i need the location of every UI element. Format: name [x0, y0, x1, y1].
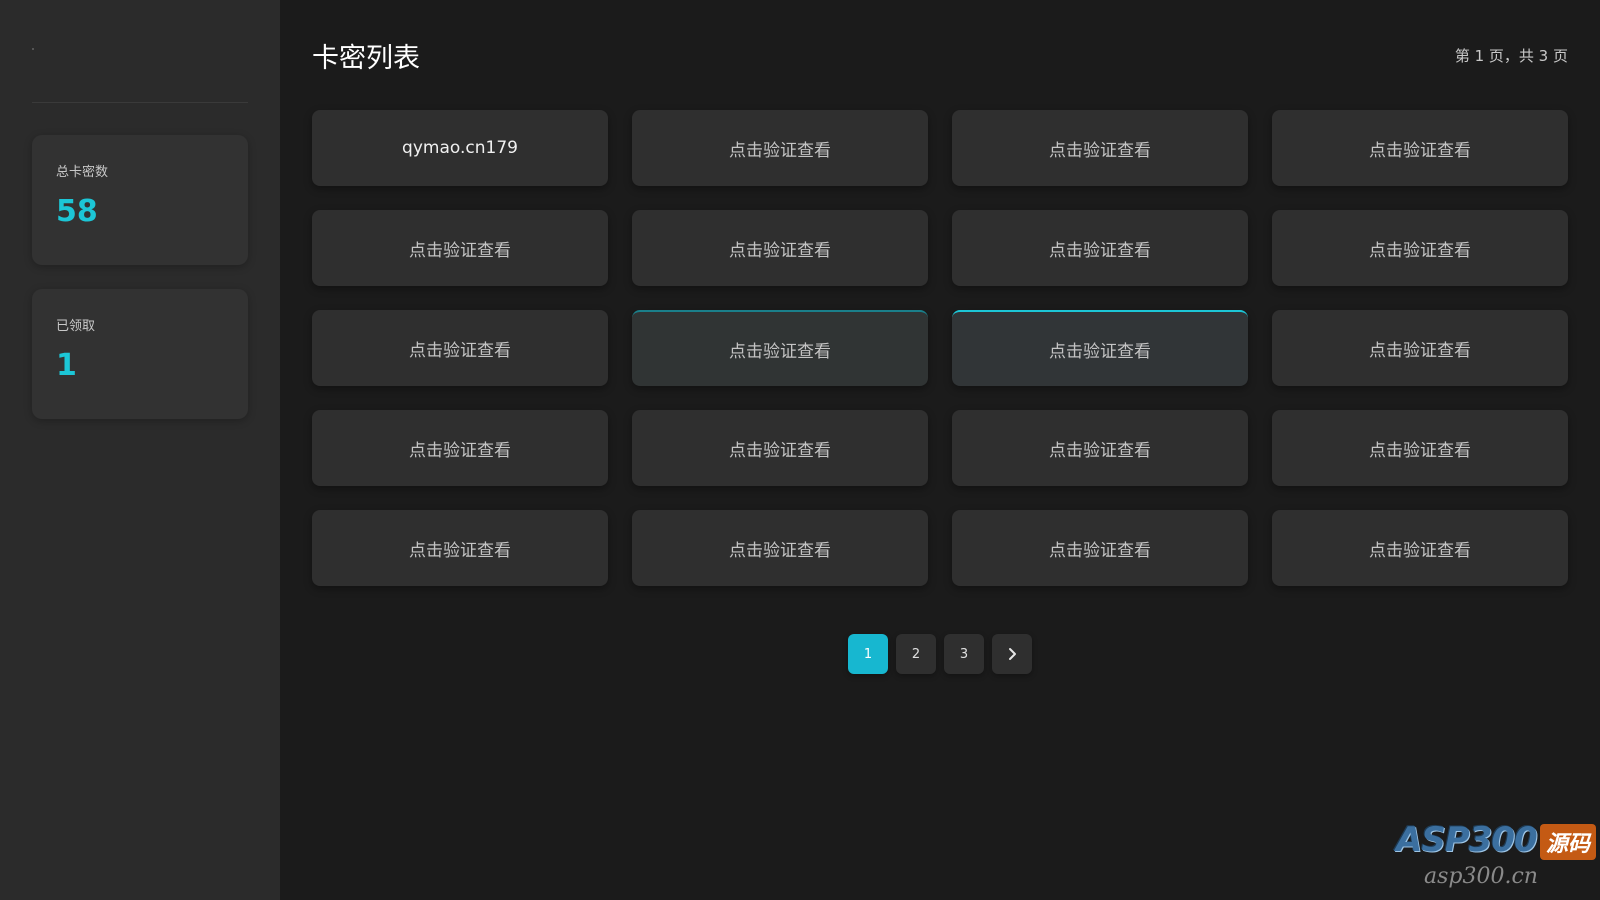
- card-item[interactable]: 点击验证查看: [1272, 110, 1568, 186]
- card-item[interactable]: 点击验证查看: [952, 410, 1248, 486]
- stat-label-claimed: 已领取: [56, 319, 96, 334]
- stat-card-total: 总卡密数 58: [32, 135, 248, 265]
- chevron-right-icon: [1009, 648, 1016, 660]
- card-item[interactable]: 点击验证查看: [312, 310, 608, 386]
- card-item[interactable]: 点击验证查看: [952, 110, 1248, 186]
- page-title: 卡密列表: [312, 42, 420, 74]
- watermark-sub-text: asp300.cn: [1424, 864, 1538, 889]
- card-item[interactable]: 点击验证查看: [312, 410, 608, 486]
- card-item[interactable]: 点击验证查看: [632, 410, 928, 486]
- card-item[interactable]: 点击验证查看: [312, 210, 608, 286]
- card-item[interactable]: 点击验证查看: [952, 210, 1248, 286]
- page-info: 第 1 页，共 3 页: [1454, 46, 1568, 65]
- card-item[interactable]: 点击验证查看: [632, 110, 928, 186]
- card-item[interactable]: 点击验证查看: [632, 210, 928, 286]
- card-item[interactable]: 点击验证查看: [952, 510, 1248, 586]
- card-grid: qymao.cn179 点击验证查看 点击验证查看 点击验证查看 点击验证查看 …: [312, 110, 1568, 586]
- page-button-1[interactable]: 1: [848, 634, 888, 674]
- logo-placeholder-icon: [32, 48, 34, 50]
- card-item[interactable]: 点击验证查看: [632, 310, 928, 386]
- sidebar: 总卡密数 58 已领取 1: [0, 0, 280, 900]
- stat-value-total: 58: [56, 194, 98, 229]
- card-item[interactable]: 点击验证查看: [1272, 210, 1568, 286]
- stat-label-total: 总卡密数: [56, 165, 109, 180]
- card-item[interactable]: 点击验证查看: [1272, 410, 1568, 486]
- card-item[interactable]: 点击验证查看: [632, 510, 928, 586]
- app: 总卡密数 58 已领取 1 卡密列表 第 1 页，共 3 页 qymao.cn1…: [0, 0, 1600, 900]
- pagination: 1 2 3: [312, 634, 1568, 674]
- main-content: 卡密列表 第 1 页，共 3 页 qymao.cn179 点击验证查看 点击验证…: [280, 0, 1600, 900]
- watermark-badge: 源码: [1539, 824, 1596, 860]
- card-item[interactable]: 点击验证查看: [312, 510, 608, 586]
- next-page-button[interactable]: [992, 634, 1032, 674]
- watermark-main-text: ASP300: [1396, 820, 1538, 860]
- watermark: ASP300 源码 asp300.cn: [1396, 812, 1596, 892]
- card-item[interactable]: 点击验证查看: [1272, 510, 1568, 586]
- sidebar-logo-area: [32, 0, 248, 103]
- main-header: 卡密列表 第 1 页，共 3 页: [312, 0, 1568, 110]
- card-item[interactable]: 点击验证查看: [952, 310, 1248, 386]
- stat-card-claimed: 已领取 1: [32, 289, 248, 419]
- card-item[interactable]: 点击验证查看: [1272, 310, 1568, 386]
- stat-value-claimed: 1: [56, 348, 77, 383]
- page-button-3[interactable]: 3: [944, 634, 984, 674]
- card-item[interactable]: qymao.cn179: [312, 110, 608, 186]
- page-button-2[interactable]: 2: [896, 634, 936, 674]
